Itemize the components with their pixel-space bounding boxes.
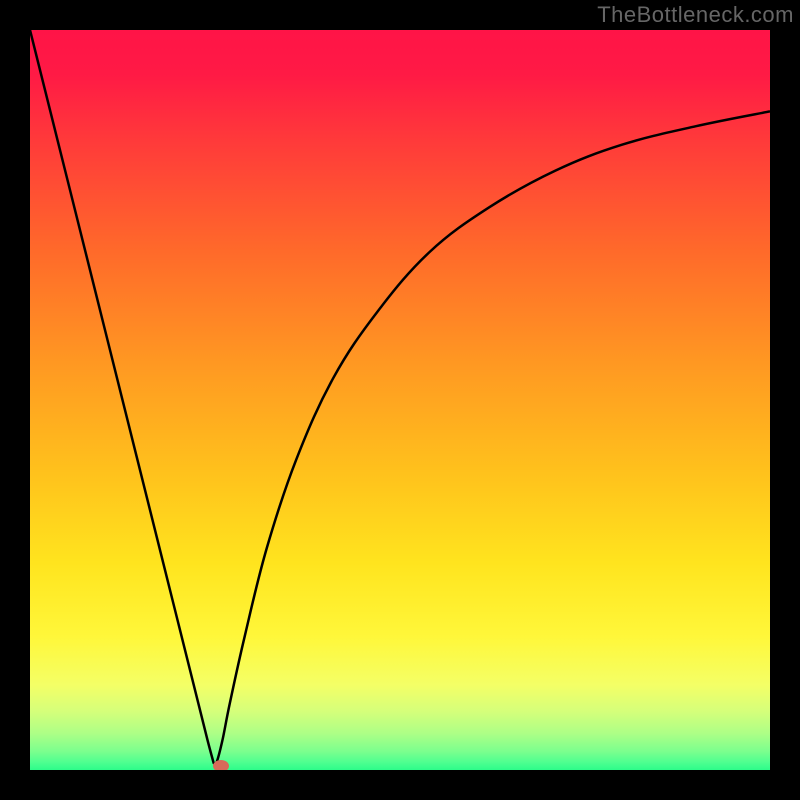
chart-frame: TheBottleneck.com <box>0 0 800 800</box>
bottleneck-curve <box>30 30 770 770</box>
plot-area <box>30 30 770 770</box>
watermark-label: TheBottleneck.com <box>597 2 794 28</box>
optimum-marker-icon <box>213 760 229 770</box>
